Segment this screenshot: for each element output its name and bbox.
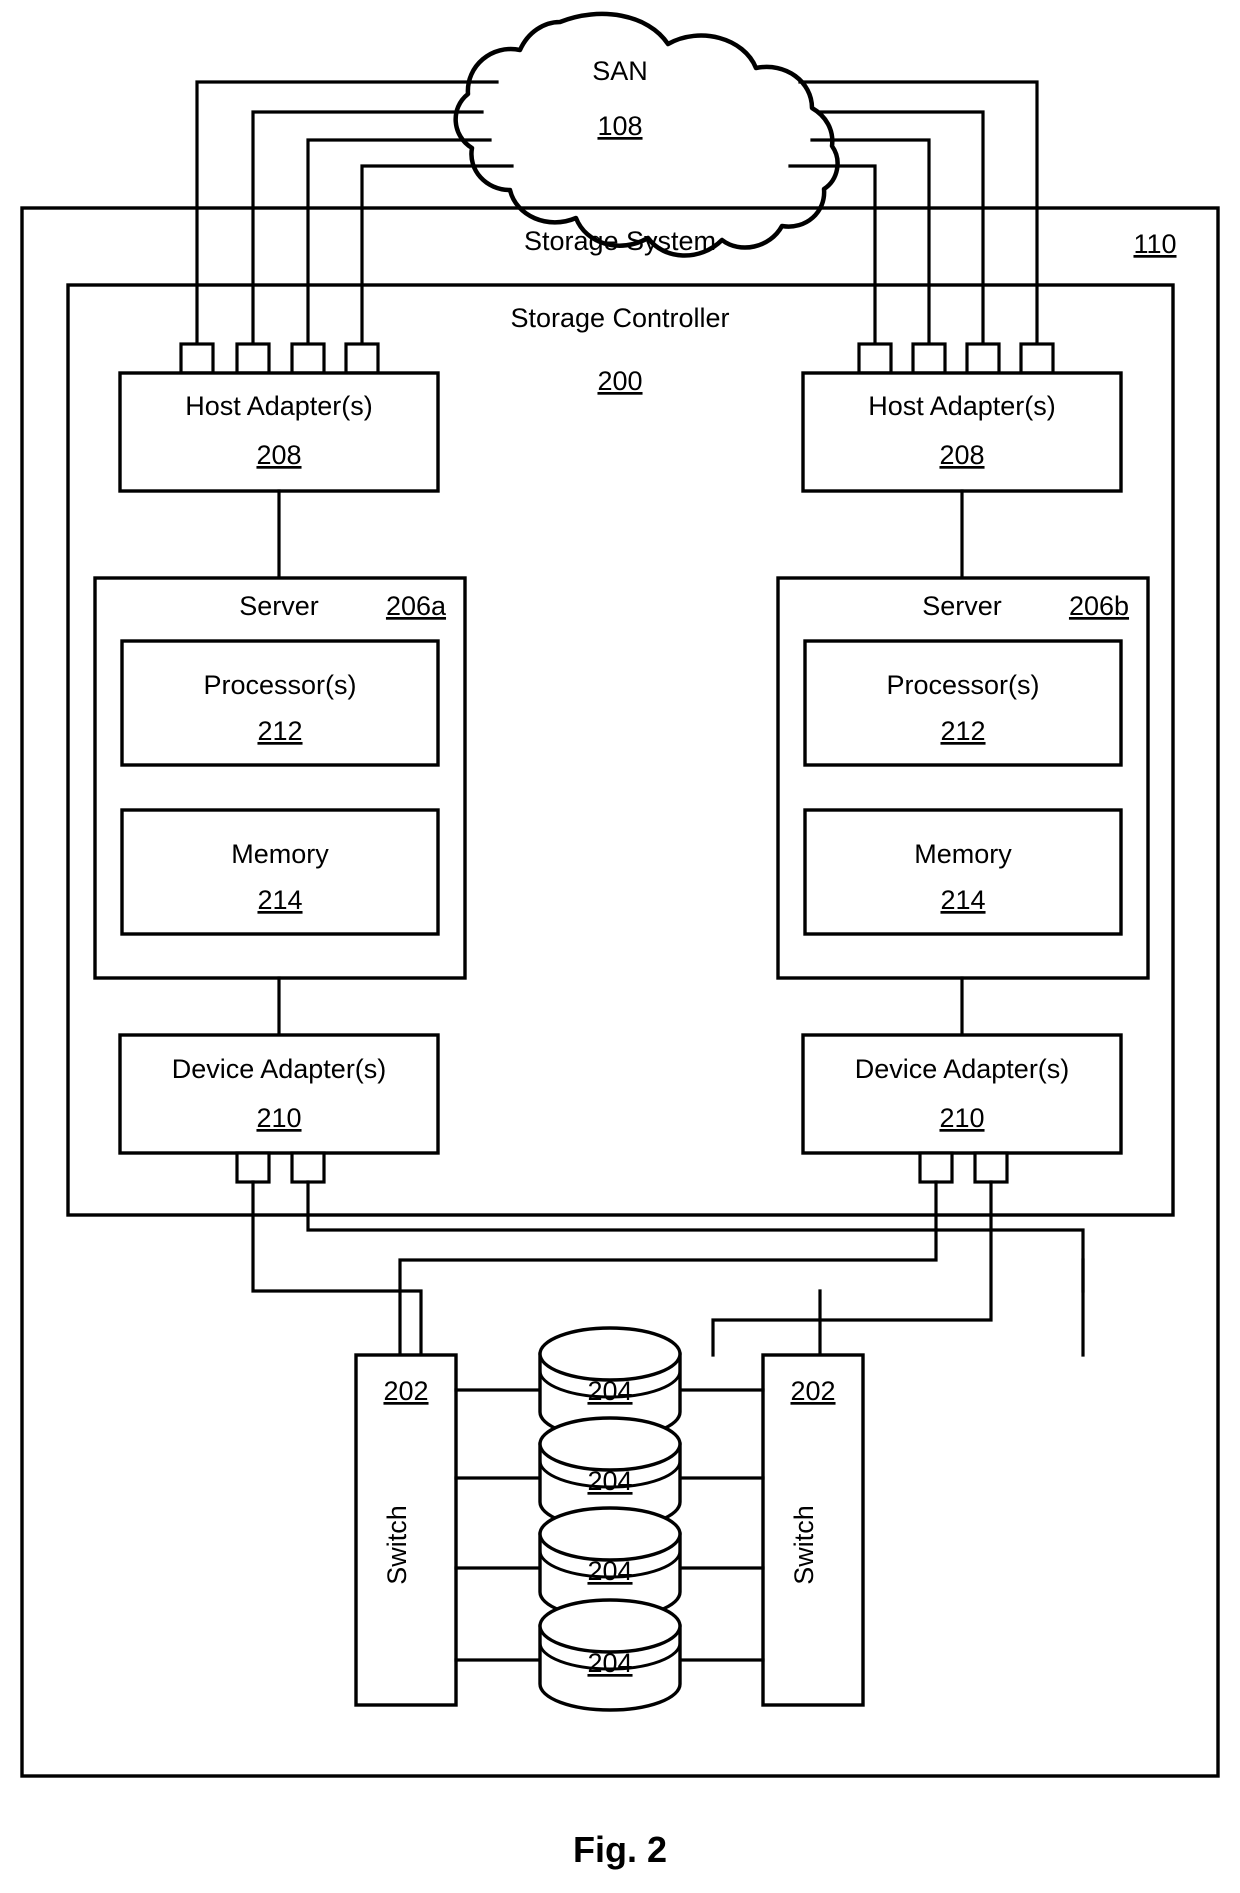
processor-left-ref: 212	[257, 716, 302, 746]
server-right-label: Server	[922, 591, 1002, 621]
storage-system-label: Storage System	[524, 226, 716, 256]
server-right: Server 206b Processor(s) 212 Memory 214	[776, 576, 1150, 980]
host-adapter-left-label: Host Adapter(s)	[185, 391, 373, 421]
switch-left-ref: 202	[383, 1376, 428, 1406]
device-adapter-left-ref: 210	[256, 1103, 301, 1133]
processor-right-box	[803, 639, 1123, 767]
server-left-ref: 206a	[386, 591, 447, 621]
figure-page: SAN 108 Storage System 110 Storage Contr…	[0, 0, 1240, 1893]
disk-top-icon	[538, 1506, 682, 1562]
memory-left-box	[120, 808, 440, 936]
memory-right-ref: 214	[940, 885, 985, 915]
switch-right: 202 Switch	[761, 1353, 865, 1707]
processor-right-ref: 212	[940, 716, 985, 746]
processor-left-label: Processor(s)	[203, 670, 356, 700]
host-adapter-left: Host Adapter(s) 208	[118, 371, 440, 493]
disk-top-icon	[538, 1416, 682, 1472]
disk-top-icon	[538, 1598, 682, 1654]
switch-left-label: Switch	[382, 1505, 412, 1585]
storage-system-diagram: SAN 108 Storage System 110 Storage Contr…	[20, 11, 1220, 1870]
switch-left: 202 Switch	[354, 1353, 458, 1707]
device-adapter-right: Device Adapter(s) 210	[801, 1033, 1123, 1184]
host-adapter-right-label: Host Adapter(s)	[868, 391, 1056, 421]
host-adapter-right-ref: 208	[939, 440, 984, 470]
cloud-icon	[453, 11, 840, 258]
host-adapter-left-ref: 208	[256, 440, 301, 470]
san-label: SAN	[592, 56, 648, 86]
port-icon	[918, 1151, 954, 1184]
right-host-adapter-ports	[857, 342, 1055, 375]
server-left: Server 206a Processor(s) 212 Memory 214	[93, 576, 467, 980]
port-icon	[235, 342, 271, 375]
port-icon	[857, 342, 893, 375]
port-icon	[179, 342, 215, 375]
switch-right-label: Switch	[789, 1505, 819, 1585]
storage-controller-ref: 200	[597, 366, 642, 396]
port-icon	[235, 1151, 271, 1184]
device-adapter-to-switch-links	[251, 1180, 1085, 1357]
port-icon	[965, 342, 1001, 375]
disk-4-ref: 204	[587, 1648, 632, 1678]
device-adapter-right-ref: 210	[939, 1103, 984, 1133]
disk-4: 204	[538, 1598, 682, 1712]
san-ref: 108	[597, 111, 642, 141]
processor-left-box	[120, 639, 440, 767]
figure-caption: Fig. 2	[573, 1829, 667, 1870]
storage-system-ref: 110	[1133, 229, 1176, 259]
left-host-adapter-ports	[179, 342, 380, 375]
port-icon	[973, 1151, 1009, 1184]
san-cloud-node: SAN 108	[453, 11, 840, 258]
server-left-label: Server	[239, 591, 319, 621]
port-icon	[1019, 342, 1055, 375]
disk-3-ref: 204	[587, 1556, 632, 1586]
switch-right-ref: 202	[790, 1376, 835, 1406]
device-adapter-right-label: Device Adapter(s)	[855, 1054, 1070, 1084]
device-adapter-left-label: Device Adapter(s)	[172, 1054, 387, 1084]
processor-right-label: Processor(s)	[886, 670, 1039, 700]
host-adapter-right: Host Adapter(s) 208	[801, 371, 1123, 493]
memory-right-box	[803, 808, 1123, 936]
disk-2-ref: 204	[587, 1466, 632, 1496]
memory-right-label: Memory	[914, 839, 1012, 869]
memory-left-label: Memory	[231, 839, 329, 869]
disk-top-icon	[538, 1326, 682, 1382]
disk-1-ref: 204	[587, 1376, 632, 1406]
memory-left-ref: 214	[257, 885, 302, 915]
port-icon	[290, 342, 326, 375]
device-adapter-left: Device Adapter(s) 210	[118, 1033, 440, 1184]
port-icon	[290, 1151, 326, 1184]
port-icon	[911, 342, 947, 375]
storage-controller-label: Storage Controller	[510, 303, 729, 333]
port-icon	[344, 342, 380, 375]
server-right-ref: 206b	[1069, 591, 1129, 621]
